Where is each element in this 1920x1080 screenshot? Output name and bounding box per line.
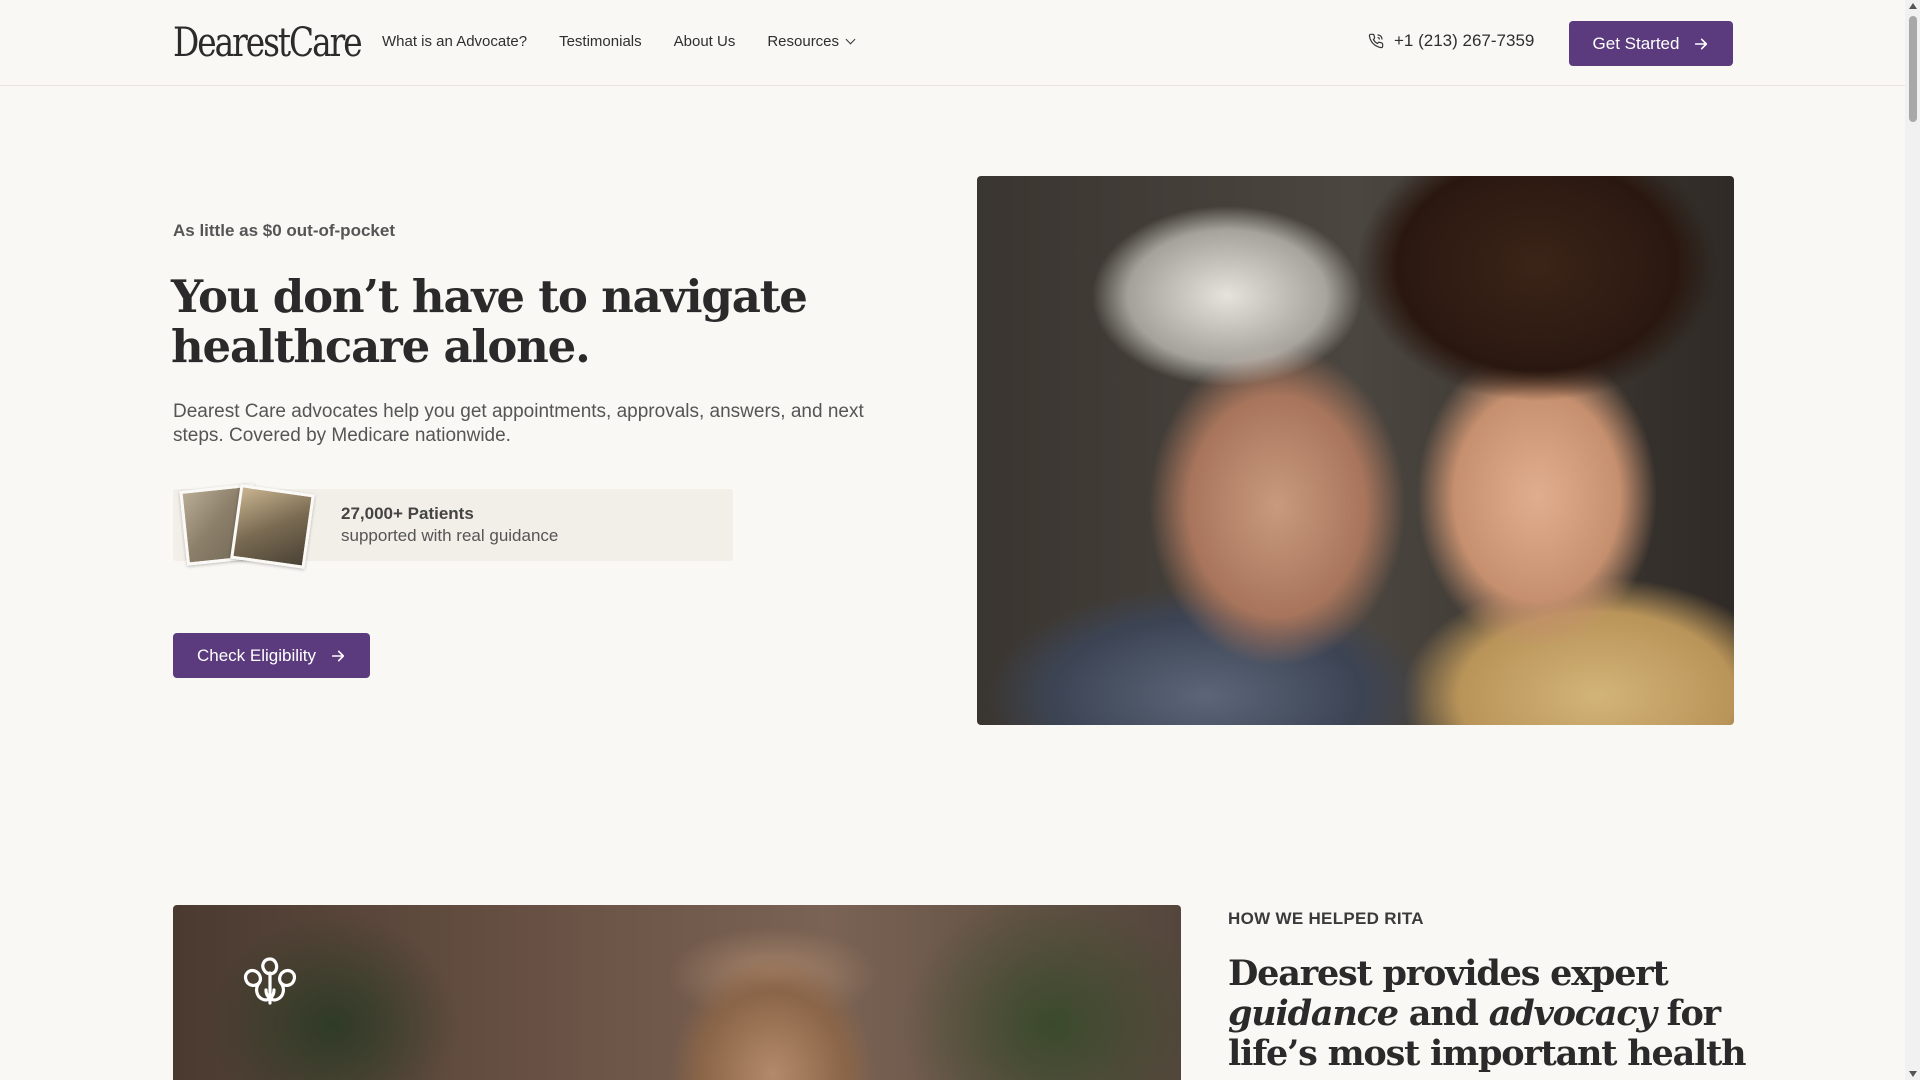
stats-subtitle: supported with real guidance <box>341 526 559 545</box>
nav-about-us[interactable]: About Us <box>674 33 736 50</box>
story-headline-part: and <box>1397 993 1489 1034</box>
story-headline-emphasis: guidance <box>1228 993 1399 1034</box>
hero-image <box>977 176 1734 725</box>
logo[interactable]: DearestCare <box>173 20 363 66</box>
phone-icon <box>1368 33 1384 49</box>
check-eligibility-label: Check Eligibility <box>196 645 317 665</box>
story-headline-emphasis: advocacy <box>1488 993 1657 1034</box>
story-headline: Dearest provides expert guidance and adv… <box>1228 954 1748 1080</box>
main-nav: What is an Advocate? Testimonials About … <box>382 33 856 50</box>
hero-headline: You don’t have to navigate healthcare al… <box>171 270 808 373</box>
page-scrollbar[interactable] <box>1905 0 1920 1080</box>
nav-resources[interactable]: Resources <box>767 33 856 50</box>
hero-subtext: Dearest Care advocates help you get appo… <box>173 401 864 446</box>
patients-stat-card: 27,000+ Patients supported with real gui… <box>173 483 733 569</box>
patient-photos <box>177 481 317 571</box>
arrow-right-icon <box>331 650 345 661</box>
story-headline-part: Dearest provides expert <box>1228 953 1669 994</box>
nav-testimonials[interactable]: Testimonials <box>559 33 642 50</box>
site-header: DearestCare What is an Advocate? Testimo… <box>0 0 1905 86</box>
brand-mark-icon <box>243 957 297 1005</box>
get-started-label: Get Started <box>1592 33 1680 53</box>
nav-what-is-advocate[interactable]: What is an Advocate? <box>382 33 527 50</box>
stats-text: 27,000+ Patients supported with real gui… <box>341 503 558 547</box>
patient-photo <box>230 484 315 569</box>
stats-title: 27,000+ Patients <box>341 504 474 523</box>
hero-tagline: As little as $0 out-of-pocket <box>173 221 395 240</box>
arrow-right-icon <box>1695 38 1708 49</box>
nav-resources-label: Resources <box>767 33 840 50</box>
phone-number: +1 (213) 267-7359 <box>1394 31 1535 50</box>
get-started-button[interactable]: Get Started <box>1569 21 1733 66</box>
story-image <box>173 905 1181 1080</box>
story-eyebrow: HOW WE HELPED RITA <box>1228 909 1424 928</box>
phone-link[interactable]: +1 (213) 267-7359 <box>1368 31 1534 51</box>
check-eligibility-button[interactable]: Check Eligibility <box>173 633 370 678</box>
scroll-thumb[interactable] <box>1909 16 1917 122</box>
chevron-down-icon <box>845 34 856 45</box>
scroll-down-icon[interactable] <box>1909 1071 1917 1077</box>
scroll-up-icon[interactable] <box>1909 3 1917 9</box>
